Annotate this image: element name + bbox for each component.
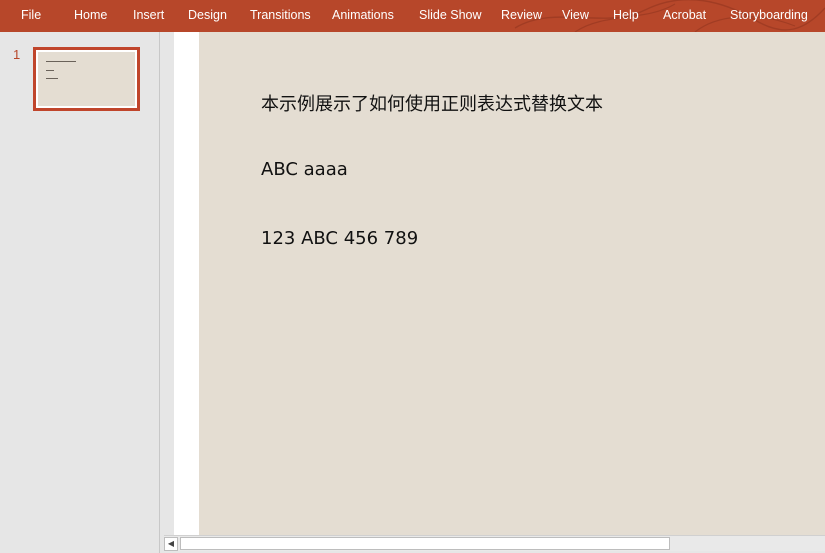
- chevron-left-icon[interactable]: ◀: [164, 537, 178, 551]
- slide-number: 1: [13, 47, 21, 62]
- slide-thumbnail[interactable]: [33, 47, 140, 111]
- tab-storyboarding[interactable]: Storyboarding: [730, 0, 808, 32]
- thumbnail-text-line: [46, 78, 58, 80]
- ribbon-tab-bar: File Home Insert Design Transitions Anim…: [0, 0, 825, 32]
- thumbnail-text-line: [46, 70, 54, 72]
- slide-thumbnail-preview: [38, 52, 135, 106]
- tab-insert[interactable]: Insert: [133, 0, 164, 32]
- slide-edge: [174, 32, 199, 535]
- tab-animations[interactable]: Animations: [332, 0, 394, 32]
- tab-help[interactable]: Help: [613, 0, 639, 32]
- tab-review[interactable]: Review: [501, 0, 542, 32]
- tab-design[interactable]: Design: [188, 0, 227, 32]
- tab-slide-show[interactable]: Slide Show: [419, 0, 482, 32]
- slide-text-line-3[interactable]: 123 ABC 456 789: [261, 228, 418, 249]
- tab-home[interactable]: Home: [74, 0, 107, 32]
- tab-transitions[interactable]: Transitions: [250, 0, 311, 32]
- slide-thumbnail-pane[interactable]: 1: [0, 32, 160, 553]
- thumbnail-text-line: [46, 61, 76, 63]
- scrollbar-thumb[interactable]: [180, 537, 670, 550]
- slide-text-line-2[interactable]: ABC aaaa: [261, 159, 348, 180]
- horizontal-scrollbar[interactable]: ◀: [164, 535, 825, 551]
- slide-text-line-1[interactable]: 本示例展示了如何使用正则表达式替换文本: [261, 90, 603, 116]
- tab-file[interactable]: File: [21, 0, 41, 32]
- tab-view[interactable]: View: [562, 0, 589, 32]
- tab-acrobat[interactable]: Acrobat: [663, 0, 706, 32]
